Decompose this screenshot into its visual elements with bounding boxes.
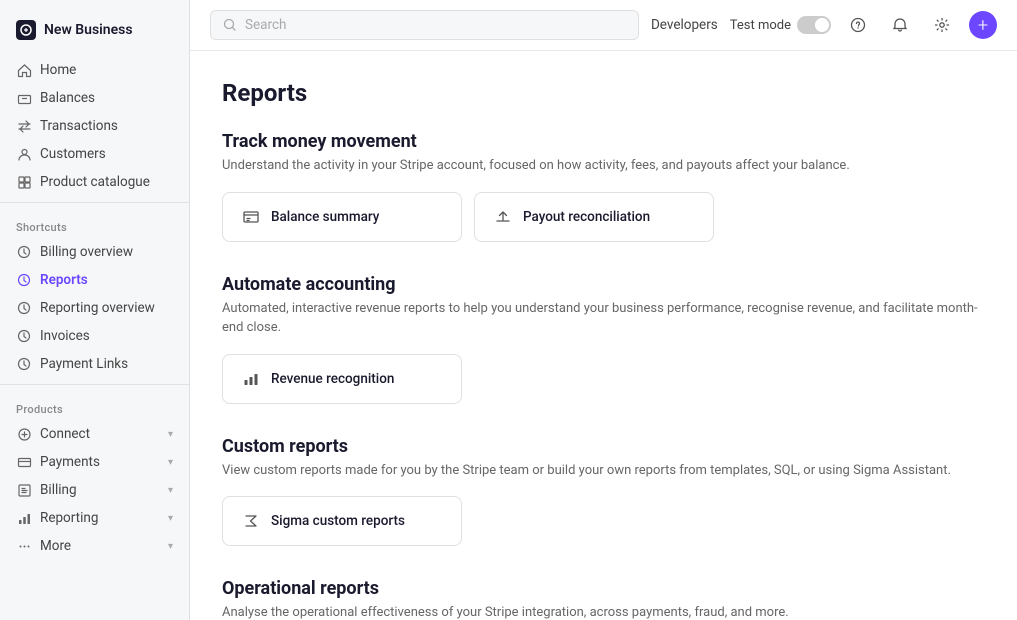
sidebar-item-billing[interactable]: Billing ▾ [0,476,189,504]
products-label: Products [0,391,189,420]
sidebar-item-home-label: Home [40,62,76,78]
sidebar-item-connect-label: Connect [40,426,90,442]
section-track-money: Track money movement Understand the acti… [222,131,985,242]
main-area: Search Developers Test mode + Reports Tr… [190,0,1017,620]
settings-button[interactable] [927,10,957,40]
sidebar-item-customers-label: Customers [40,146,106,162]
brand-name: New Business [44,22,133,38]
revenue-recognition-label: Revenue recognition [271,371,394,387]
section-automate-accounting: Automate accounting Automated, interacti… [222,274,985,404]
section-track-money-desc: Understand the activity in your Stripe a… [222,156,985,176]
section-automate-title: Automate accounting [222,274,985,295]
sidebar: New Business Home Balances Transactions … [0,0,190,620]
home-icon [16,62,32,78]
add-button[interactable]: + [969,11,997,39]
test-mode: Test mode [730,16,831,34]
brand-icon [16,20,36,40]
sidebar-item-billing-overview[interactable]: Billing overview [0,238,189,266]
test-mode-label: Test mode [730,18,791,33]
search-bar[interactable]: Search [210,10,639,40]
billing-chevron-icon: ▾ [168,485,173,496]
reports-icon [16,272,32,288]
billing-overview-icon [16,244,32,260]
section-custom-desc: View custom reports made for you by the … [222,461,985,481]
more-nav-icon [16,538,32,554]
sidebar-item-payment-links-label: Payment Links [40,356,128,372]
reporting-nav-icon [16,510,32,526]
sidebar-item-home[interactable]: Home [0,56,189,84]
product-icon [16,174,32,190]
section-operational-reports: Operational reports Analyse the operatio… [222,578,985,620]
section-automate-desc: Automated, interactive revenue reports t… [222,299,985,338]
billing-nav-icon [16,482,32,498]
sidebar-item-transactions-label: Transactions [40,118,118,134]
page-title: Reports [222,79,985,107]
sidebar-item-balances-label: Balances [40,90,95,106]
sidebar-item-reports[interactable]: Reports [0,266,189,294]
section-custom-title: Custom reports [222,436,985,457]
help-button[interactable] [843,10,873,40]
payout-reconciliation-icon [493,207,513,227]
automate-cards: Revenue recognition [222,354,985,404]
topbar: Search Developers Test mode + [190,0,1017,51]
sidebar-item-more[interactable]: More ▾ [0,532,189,560]
section-operational-desc: Analyse the operational effectiveness of… [222,603,985,620]
transactions-icon [16,118,32,134]
invoices-icon [16,328,32,344]
sidebar-item-reporting[interactable]: Reporting ▾ [0,504,189,532]
payments-nav-icon [16,454,32,470]
sidebar-item-payment-links[interactable]: Payment Links [0,350,189,378]
sidebar-item-balances[interactable]: Balances [0,84,189,112]
balance-summary-icon [241,207,261,227]
sidebar-item-invoices[interactable]: Invoices [0,322,189,350]
track-money-cards: Balance summary Payout reconciliation [222,192,985,242]
sidebar-item-payments[interactable]: Payments ▾ [0,448,189,476]
card-payout-reconciliation[interactable]: Payout reconciliation [474,192,714,242]
sidebar-item-customers[interactable]: Customers [0,140,189,168]
payout-reconciliation-label: Payout reconciliation [523,209,650,225]
sidebar-item-reporting-overview-label: Reporting overview [40,300,155,316]
sidebar-item-connect[interactable]: Connect ▾ [0,420,189,448]
section-custom-reports: Custom reports View custom reports made … [222,436,985,547]
customers-icon [16,146,32,162]
topbar-right: Developers Test mode + [651,10,997,40]
sidebar-item-invoices-label: Invoices [40,328,90,344]
card-revenue-recognition[interactable]: Revenue recognition [222,354,462,404]
test-mode-toggle[interactable] [797,16,831,34]
revenue-recognition-icon [241,369,261,389]
payments-chevron-icon: ▾ [168,457,173,468]
sidebar-item-billing-label: Billing [40,482,77,498]
search-icon [223,18,237,32]
sidebar-item-payments-label: Payments [40,454,100,470]
sidebar-item-reporting-label: Reporting [40,510,98,526]
sidebar-item-more-label: More [40,538,71,554]
connect-chevron-icon: ▾ [168,429,173,440]
custom-cards: Sigma custom reports [222,496,985,546]
developers-link[interactable]: Developers [651,17,718,33]
sidebar-item-product-label: Product catalogue [40,174,150,190]
sidebar-item-reporting-overview[interactable]: Reporting overview [0,294,189,322]
balances-icon [16,90,32,106]
payment-links-icon [16,356,32,372]
sigma-icon [241,511,261,531]
section-track-money-title: Track money movement [222,131,985,152]
section-operational-title: Operational reports [222,578,985,599]
shortcuts-label: Shortcuts [0,209,189,238]
sidebar-item-billing-overview-label: Billing overview [40,244,133,260]
sidebar-item-transactions[interactable]: Transactions [0,112,189,140]
reporting-chevron-icon: ▾ [168,513,173,524]
sigma-label: Sigma custom reports [271,513,405,529]
brand[interactable]: New Business [0,12,189,56]
content-area: Reports Track money movement Understand … [190,51,1017,620]
search-placeholder: Search [245,17,286,33]
more-chevron-icon: ▾ [168,541,173,552]
balance-summary-label: Balance summary [271,209,379,225]
notifications-button[interactable] [885,10,915,40]
card-sigma-custom-reports[interactable]: Sigma custom reports [222,496,462,546]
reporting-overview-icon [16,300,32,316]
sidebar-item-reports-label: Reports [40,272,88,288]
sidebar-item-product-catalogue[interactable]: Product catalogue [0,168,189,196]
card-balance-summary[interactable]: Balance summary [222,192,462,242]
connect-nav-icon [16,426,32,442]
